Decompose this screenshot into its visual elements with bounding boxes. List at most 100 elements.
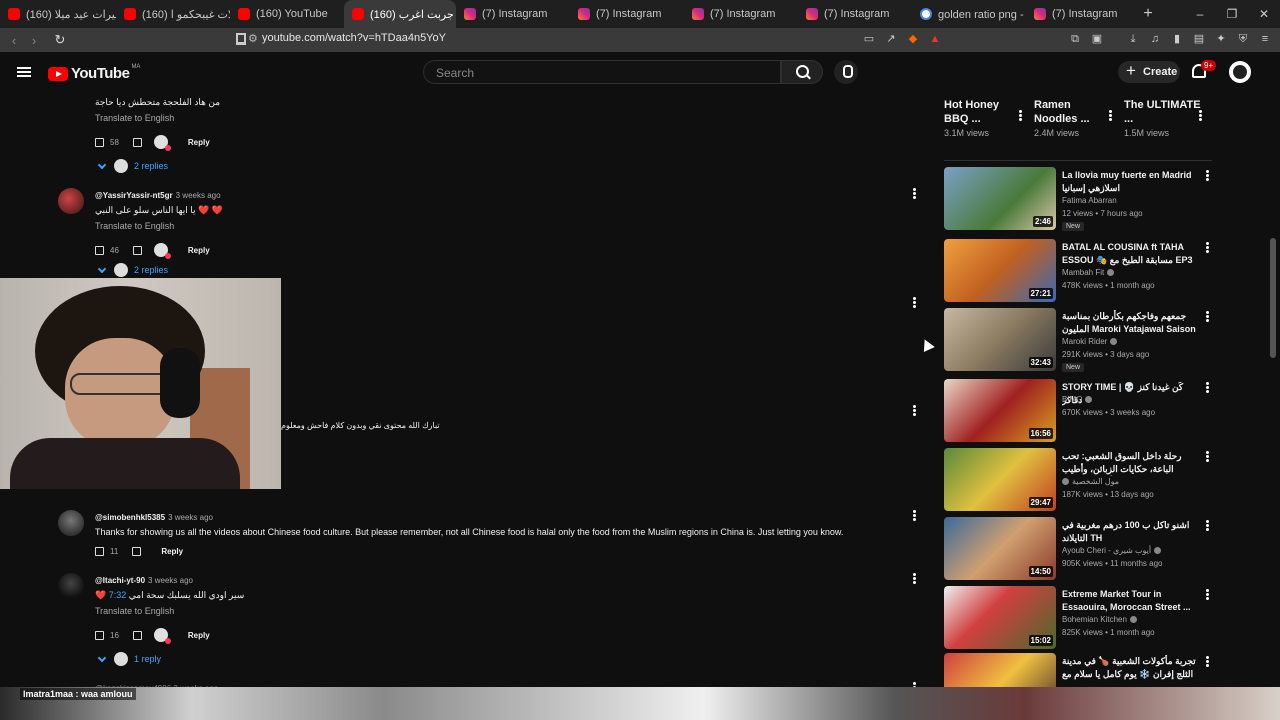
translate-link[interactable]: Translate to English bbox=[95, 606, 174, 616]
browser-tab[interactable]: (7) Instagram bbox=[684, 0, 798, 28]
site-info-icon[interactable]: ⚙ bbox=[248, 32, 258, 45]
dislike-icon[interactable] bbox=[132, 137, 142, 147]
url-field[interactable]: youtube.com/watch?v=hTDaa4n5YoY bbox=[262, 32, 446, 44]
share-icon[interactable]: ↗ bbox=[884, 32, 898, 46]
timestamp-link[interactable]: 7:32 bbox=[109, 590, 127, 600]
comment-menu-icon[interactable] bbox=[913, 510, 916, 521]
short-card[interactable]: The ULTIMATE ... 1.5M views bbox=[1124, 98, 1204, 138]
comment-menu-icon[interactable] bbox=[913, 573, 916, 584]
browser-tab[interactable]: (7) Instagram bbox=[456, 0, 570, 28]
reply-button[interactable]: Reply bbox=[188, 138, 210, 147]
comment-time[interactable]: 3 weeks ago bbox=[168, 513, 213, 522]
mic-icon[interactable] bbox=[834, 60, 858, 84]
commenter-avatar[interactable] bbox=[58, 573, 84, 599]
close-window-icon[interactable]: ✕ bbox=[1248, 0, 1280, 28]
translate-link[interactable]: Translate to English bbox=[95, 113, 174, 123]
channel-name[interactable]: Mambah Fit bbox=[1062, 268, 1115, 277]
more-icon[interactable] bbox=[1199, 110, 1202, 121]
account-avatar[interactable] bbox=[1229, 61, 1251, 83]
reply-button[interactable]: Reply bbox=[188, 631, 210, 640]
comment-author[interactable]: @YassirYassir-nt5gr bbox=[95, 191, 173, 200]
comment-time[interactable]: 3 weeks ago bbox=[148, 576, 193, 585]
more-icon[interactable] bbox=[1206, 451, 1209, 462]
media-icon[interactable]: ♫ bbox=[1148, 32, 1162, 46]
related-video[interactable]: 29:47 رحلة داخل السوق الشعبي: تحب الباعة… bbox=[944, 448, 1214, 512]
scrollbar-thumb[interactable] bbox=[1270, 238, 1276, 358]
more-icon[interactable] bbox=[1206, 242, 1209, 253]
like-icon[interactable] bbox=[95, 245, 104, 255]
related-video[interactable]: تجربة مأكولات الشعبية 🍗 في مدينة الثلج إ… bbox=[944, 653, 1214, 689]
video-thumbnail[interactable]: 32:43 bbox=[944, 308, 1056, 371]
rewards-icon[interactable]: ▲ bbox=[928, 32, 942, 46]
video-thumbnail[interactable] bbox=[944, 653, 1056, 689]
more-icon[interactable] bbox=[1206, 520, 1209, 531]
related-video[interactable]: 32:43 جمعهم وفاجكهم بكأرطان بمناسبة المل… bbox=[944, 308, 1214, 372]
related-video[interactable]: 2:46 La llovia muy fuerte en Madrid اسلا… bbox=[944, 167, 1214, 231]
comment-author[interactable]: @Itachi-yt-90 bbox=[95, 576, 145, 585]
replies-toggle[interactable]: 2 replies bbox=[95, 263, 168, 277]
related-video[interactable]: 16:56 STORY TIME | 💀 كَن غيدنا كنز دفاكر… bbox=[944, 379, 1214, 443]
browser-tab[interactable]: (7) Instagram bbox=[798, 0, 912, 28]
replies-toggle[interactable]: 1 reply bbox=[95, 652, 161, 666]
wallet2-icon[interactable]: ▤ bbox=[1192, 32, 1206, 46]
reply-button[interactable]: Reply bbox=[161, 547, 183, 556]
extensions-icon[interactable]: ⧉ bbox=[1068, 32, 1082, 46]
ai-icon[interactable]: ✦ bbox=[1214, 32, 1228, 46]
new-tab-button[interactable]: + bbox=[1134, 5, 1162, 23]
comment-author[interactable]: @simobenhkl5385 bbox=[95, 513, 165, 522]
video-thumbnail[interactable]: 2:46 bbox=[944, 167, 1056, 230]
like-icon[interactable] bbox=[95, 547, 104, 556]
screen-share-icon[interactable]: ▭ bbox=[862, 32, 876, 46]
more-icon[interactable] bbox=[1206, 589, 1209, 600]
channel-name[interactable]: Fatima Abarran bbox=[1062, 196, 1117, 205]
brave-shield-icon[interactable]: ◆ bbox=[906, 32, 920, 46]
sidebar-icon[interactable]: ▮ bbox=[1170, 32, 1184, 46]
search-button[interactable] bbox=[781, 60, 823, 84]
dislike-icon[interactable] bbox=[132, 245, 142, 255]
dislike-icon[interactable] bbox=[132, 547, 142, 556]
download-icon[interactable]: ⤓ bbox=[1126, 32, 1140, 46]
short-card[interactable]: Hot Honey BBQ ... 3.1M views bbox=[944, 98, 1024, 138]
more-icon[interactable] bbox=[1206, 382, 1209, 393]
more-icon[interactable] bbox=[1206, 656, 1209, 667]
video-thumbnail[interactable]: 16:56 bbox=[944, 379, 1056, 442]
page-scrollbar[interactable] bbox=[1270, 92, 1276, 692]
more-icon[interactable] bbox=[1109, 110, 1112, 121]
video-thumbnail[interactable]: 29:47 bbox=[944, 448, 1056, 511]
comment-time[interactable]: 3 weeks ago bbox=[176, 191, 221, 200]
search-input[interactable]: Search bbox=[423, 60, 781, 84]
youtube-logo[interactable]: YouTube MA bbox=[48, 64, 140, 82]
browser-tab[interactable]: (160) تحضيرات عيد ميلا bbox=[0, 0, 116, 28]
more-icon[interactable] bbox=[1206, 311, 1209, 322]
like-icon[interactable] bbox=[95, 630, 104, 640]
short-card[interactable]: Ramen Noodles ... 2.4M views bbox=[1034, 98, 1114, 138]
video-thumbnail[interactable]: 27:21 bbox=[944, 239, 1056, 302]
menu-icon[interactable] bbox=[17, 67, 31, 77]
commenter-avatar[interactable] bbox=[58, 510, 84, 536]
create-button[interactable]: Create bbox=[1118, 60, 1180, 83]
commenter-avatar[interactable] bbox=[58, 188, 84, 214]
like-icon[interactable] bbox=[95, 137, 104, 147]
back-icon[interactable]: ‹ bbox=[4, 33, 24, 48]
browser-tab[interactable]: (160) العيالات غيبحكمو ا bbox=[116, 0, 230, 28]
reload-icon[interactable]: ↻ bbox=[50, 32, 70, 48]
menu-icon[interactable]: ≡ bbox=[1258, 32, 1272, 46]
maximize-icon[interactable]: ❐ bbox=[1216, 0, 1248, 28]
video-thumbnail[interactable]: 15:02 bbox=[944, 586, 1056, 649]
browser-tab[interactable]: golden ratio png - جت bbox=[912, 0, 1026, 28]
comment-menu-icon[interactable] bbox=[913, 405, 916, 416]
channel-name[interactable]: Ayoub Cheri - أيوب شيري bbox=[1062, 546, 1162, 555]
related-video[interactable]: 27:21 BATAL AL COUSINA ft TAHA ESSOU 🎭 م… bbox=[944, 239, 1214, 303]
channel-name[interactable]: Bohemian Kitchen bbox=[1062, 615, 1137, 624]
related-video[interactable]: 14:50 اشنو تاكل ب 100 درهم مغربية في الت… bbox=[944, 517, 1214, 581]
video-thumbnail[interactable]: 14:50 bbox=[944, 517, 1056, 580]
related-video[interactable]: 15:02 Extreme Market Tour in Essaouira, … bbox=[944, 586, 1214, 650]
channel-name[interactable]: مول الشخصية bbox=[1062, 477, 1119, 486]
dislike-icon[interactable] bbox=[132, 630, 142, 640]
wallet-icon[interactable]: ▣ bbox=[1090, 32, 1104, 46]
comment-menu-icon[interactable] bbox=[913, 188, 916, 199]
browser-tab[interactable]: (160) YouTube bbox=[230, 0, 344, 28]
browser-tab[interactable]: (7) Instagram bbox=[570, 0, 684, 28]
channel-name[interactable]: BIMO bbox=[1062, 395, 1093, 404]
comment-menu-icon[interactable] bbox=[913, 297, 916, 308]
